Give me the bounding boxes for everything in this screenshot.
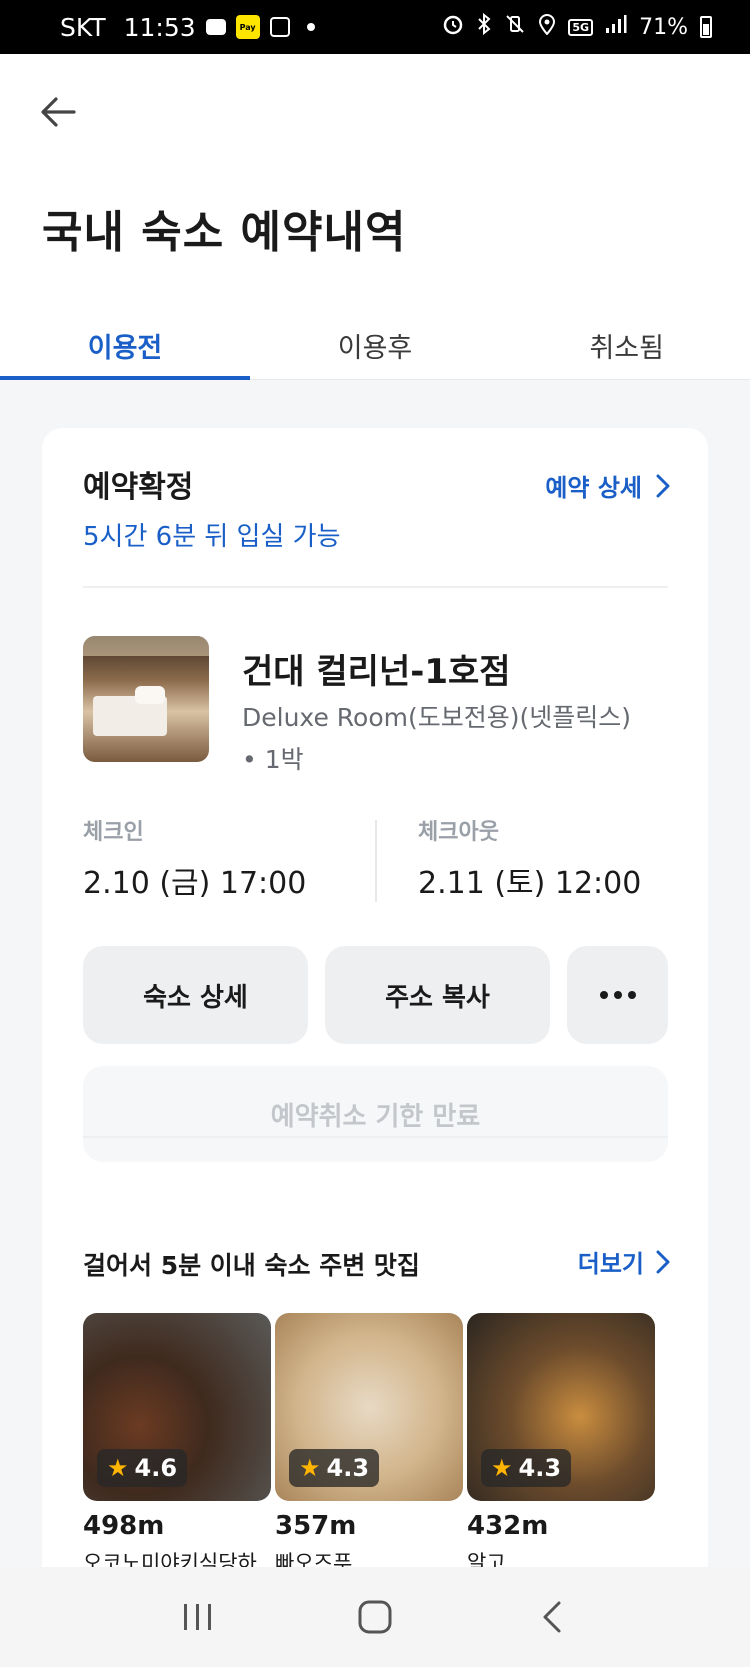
- tab-bar: 이용전 이용후 취소됨: [0, 324, 750, 380]
- nights-count: • 1박: [242, 745, 304, 774]
- nearby-restaurants-title: 걸어서 5분 이내 숙소 주변 맛집: [83, 1251, 420, 1280]
- checkout-value: 2.11 (토) 12:00: [418, 866, 642, 901]
- star-icon: ★: [299, 1454, 321, 1482]
- room-name: Deluxe Room(도보전용)(넷플릭스): [242, 703, 631, 732]
- page-title: 국내 숙소 예약내역: [42, 207, 407, 258]
- star-icon: ★: [107, 1454, 129, 1482]
- restaurant-card[interactable]: ★ 4.3 432m 알고: [467, 1313, 655, 1577]
- more-options-button[interactable]: [567, 946, 668, 1044]
- battery-icon: [700, 16, 712, 38]
- see-more-link[interactable]: 더보기: [578, 1244, 670, 1279]
- header: 국내 숙소 예약내역 이용전 이용후 취소됨: [0, 54, 750, 380]
- checkin-countdown: 5시간 6분 뒤 입실 가능: [83, 522, 341, 552]
- message-icon: [205, 19, 226, 35]
- checkout-label: 체크아웃: [418, 820, 499, 845]
- restaurant-distance: 498m: [83, 1511, 165, 1541]
- chevron-right-icon: [656, 1250, 670, 1273]
- status-time: 11:53: [123, 12, 196, 42]
- reservation-detail-label: 예약 상세: [545, 474, 642, 502]
- restaurant-distance: 357m: [275, 1511, 357, 1541]
- restaurant-card[interactable]: ★ 4.3 357m 빠오즈푸: [275, 1313, 463, 1577]
- bluetooth-icon: [476, 12, 492, 41]
- restaurant-photo: ★ 4.3: [275, 1313, 463, 1501]
- back-button[interactable]: [36, 90, 80, 134]
- chevron-right-icon: [656, 474, 670, 497]
- restaurant-photo: ★ 4.3: [467, 1313, 655, 1501]
- restaurant-distance: 432m: [467, 1511, 549, 1541]
- status-bar: SKT 11:53 Pay 5G 71%: [0, 0, 750, 54]
- tab-after-use[interactable]: 이용후: [250, 324, 500, 379]
- rating-badge: ★ 4.3: [289, 1449, 380, 1487]
- hotel-name: 건대 컬리넌-1호점: [242, 652, 511, 692]
- vertical-divider: [375, 820, 377, 902]
- restaurant-photo: ★ 4.6: [83, 1313, 271, 1501]
- system-nav-bar: [0, 1567, 750, 1667]
- back-nav-button[interactable]: [522, 1587, 582, 1647]
- pay-badge-label: Pay: [239, 22, 256, 32]
- checkin-label: 체크인: [83, 820, 144, 845]
- reservation-detail-link[interactable]: 예약 상세: [545, 468, 670, 503]
- reservation-card: 예약확정 예약 상세 5시간 6분 뒤 입실 가능 건대 컬리넌-1호점 Del…: [42, 428, 708, 1588]
- reservation-status: 예약확정: [83, 470, 194, 505]
- rating-badge: ★ 4.6: [97, 1449, 188, 1487]
- signal-icon: [605, 14, 627, 40]
- kakaopay-icon: Pay: [235, 15, 260, 39]
- divider: [83, 586, 668, 588]
- location-icon: [538, 13, 556, 41]
- tab-cancelled[interactable]: 취소됨: [500, 324, 750, 379]
- rating-value: 4.3: [326, 1454, 370, 1482]
- home-button[interactable]: [345, 1587, 405, 1647]
- home-icon: [358, 1600, 392, 1634]
- arrow-left-icon: [41, 97, 76, 127]
- recent-apps-button[interactable]: [168, 1587, 228, 1647]
- carrier-label: SKT: [60, 12, 106, 42]
- chevron-left-icon: [543, 1601, 561, 1633]
- see-more-label: 더보기: [577, 1250, 644, 1278]
- alarm-icon: [442, 13, 464, 41]
- network-5g-icon: 5G: [568, 18, 594, 36]
- battery-percent: 71%: [639, 14, 688, 40]
- hotel-thumbnail[interactable]: [83, 636, 209, 762]
- tab-before-use[interactable]: 이용전: [0, 324, 250, 380]
- copy-address-button[interactable]: 주소 복사: [325, 946, 550, 1044]
- rating-value: 4.6: [134, 1454, 178, 1482]
- divider: [83, 1136, 668, 1138]
- vibrate-off-icon: [504, 13, 526, 41]
- clock-icon: [269, 17, 290, 37]
- rating-value: 4.3: [518, 1454, 562, 1482]
- restaurant-card[interactable]: ★ 4.6 498m 오코노미야키식당하: [83, 1313, 271, 1577]
- dot-icon: [300, 17, 322, 37]
- more-dots-icon: [599, 991, 636, 999]
- star-icon: ★: [491, 1454, 513, 1482]
- checkin-value: 2.10 (금) 17:00: [83, 866, 307, 901]
- cancel-expired-button: 예약취소 기한 만료: [83, 1066, 668, 1162]
- restaurant-carousel[interactable]: ★ 4.6 498m 오코노미야키식당하 ★ 4.3 357m 빠오즈푸 ★ 4…: [83, 1313, 668, 1588]
- hotel-detail-button[interactable]: 숙소 상세: [83, 946, 308, 1044]
- recent-apps-icon: [184, 1604, 212, 1630]
- rating-badge: ★ 4.3: [481, 1449, 572, 1487]
